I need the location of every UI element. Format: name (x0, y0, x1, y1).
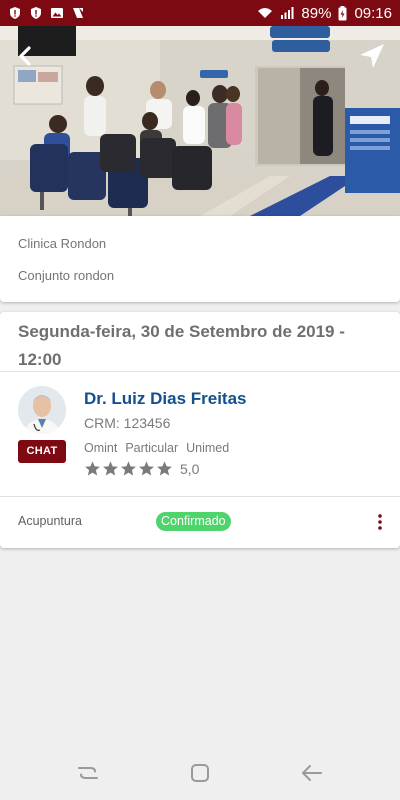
doctor-rating: 5,0 (84, 460, 199, 477)
alert-shield-icon (10, 7, 20, 19)
clinic-address: Conjunto rondon (18, 268, 115, 283)
signal-icon (281, 7, 294, 19)
status-bar-notifications (8, 6, 85, 20)
alert-shield-icon (31, 7, 41, 19)
doctor-portrait-icon (18, 386, 66, 434)
rating-value: 5,0 (180, 460, 200, 477)
insurance-item: Particular (125, 441, 179, 455)
status-bar-system: 89% 09:16 (257, 5, 392, 22)
wifi-icon (258, 8, 273, 18)
insurance-item: Omint (84, 441, 118, 455)
battery-percent: 89% (301, 4, 332, 22)
clinic-info-card: Clinica Rondon Conjunto rondon (0, 216, 400, 302)
divider (0, 496, 400, 497)
back-button[interactable] (10, 40, 42, 72)
recent-apps-icon[interactable] (76, 761, 100, 785)
star-icon (85, 461, 100, 476)
clinic-waiting-room-image (0, 26, 400, 216)
status-bar: 89% 09:16 (0, 0, 400, 26)
back-icon[interactable] (300, 761, 324, 785)
star-icon (121, 461, 136, 476)
navigation-arrow-button[interactable] (356, 40, 388, 72)
doctor-name[interactable]: Dr. Luiz Dias Freitas (84, 389, 247, 409)
status-badge: Confirmado (156, 512, 231, 531)
battery-icon (338, 5, 347, 20)
appointment-date: Segunda-feira, 30 de Setembro de 2019 - … (18, 322, 345, 369)
doctor-crm: CRM: 123456 (84, 415, 171, 431)
app-notification-icon (73, 8, 83, 18)
clock: 09:16 (354, 4, 392, 22)
appointment-specialty: Acupuntura (18, 514, 82, 528)
star-icon (103, 461, 118, 476)
chat-button[interactable]: CHAT (18, 440, 66, 463)
divider (0, 371, 400, 372)
insurance-item: Unimed (186, 441, 230, 455)
star-icon (157, 461, 172, 476)
insurance-list: Omint Particular Unimed (84, 441, 229, 455)
home-icon[interactable] (188, 761, 212, 785)
image-icon (51, 8, 63, 18)
system-navigation-bar (0, 745, 400, 800)
star-icon (139, 461, 154, 476)
clinic-name: Clinica Rondon (18, 236, 107, 251)
doctor-avatar (18, 386, 66, 434)
more-options-button[interactable] (372, 512, 388, 532)
clinic-photo (0, 26, 400, 216)
